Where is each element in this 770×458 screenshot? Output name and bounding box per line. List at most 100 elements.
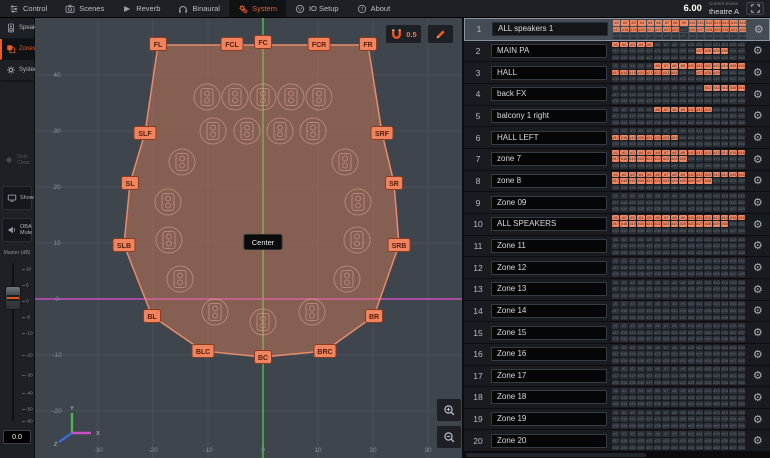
speaker-group-label-fcl[interactable]: FCL [221, 38, 243, 51]
zone-speaker-cell[interactable]: #40 [671, 120, 678, 126]
fader-handle[interactable] [5, 286, 21, 310]
zone-speaker-cell[interactable]: #39 [662, 293, 669, 299]
zone-speaker-cell[interactable]: #10 [688, 237, 695, 243]
zone-row-12[interactable]: 12Zone 12#1#2#3#4#5#6#7#8#9#10#11#12#13#… [464, 257, 770, 279]
speaker-group-label-br[interactable]: BR [366, 310, 383, 323]
sidebar-tool-oba-mute[interactable]: OBA Mute [2, 218, 32, 242]
zone-speaker-cell[interactable]: #40 [671, 55, 678, 61]
zone-row-14[interactable]: 14Zone 14#1#2#3#4#5#6#7#8#9#10#11#12#13#… [464, 301, 770, 323]
zone-speaker-cell[interactable]: #2 [620, 215, 627, 221]
zone-speaker-cell[interactable]: #31 [729, 308, 736, 314]
zone-speaker-cell[interactable]: #37 [646, 423, 653, 429]
zone-speaker-cell[interactable]: #15 [729, 345, 736, 351]
zone-speaker-cell[interactable]: #24 [671, 308, 678, 314]
zone-speaker-cell[interactable]: #22 [654, 416, 661, 422]
zone-speaker-cell[interactable]: #29 [713, 48, 720, 54]
zone-speaker-cell[interactable]: #30 [721, 178, 728, 184]
zone-speaker-cell[interactable]: #27 [696, 243, 703, 249]
zoom-in-button[interactable] [436, 398, 462, 422]
zone-speaker-cell[interactable]: #14 [721, 63, 728, 69]
zone-speaker-cell[interactable]: #22 [654, 113, 661, 119]
zone-speaker-cell[interactable]: #34 [620, 315, 627, 321]
zone-speaker-cell[interactable]: #19 [629, 135, 636, 141]
zone-speaker-cell[interactable]: #21 [646, 308, 653, 314]
zone-speaker-cell[interactable]: #11 [696, 323, 703, 329]
zone-speaker-cell[interactable]: #38 [654, 141, 661, 147]
zone-settings-gear-icon[interactable]: ⚙ [750, 262, 765, 273]
zone-settings-gear-icon[interactable]: ⚙ [750, 154, 765, 165]
zone-speaker-cell[interactable]: #7 [662, 237, 669, 243]
zone-speaker-cell[interactable]: #41 [679, 401, 686, 407]
zone-speaker-cell[interactable]: #42 [688, 98, 695, 104]
zone-row-15[interactable]: 15Zone 15#1#2#3#4#5#6#7#8#9#10#11#12#13#… [464, 322, 770, 344]
zone-speaker-cell[interactable]: #7 [662, 215, 669, 221]
zone-speaker-cell[interactable]: #21 [646, 330, 653, 336]
zone-speaker-cell[interactable]: #15 [729, 431, 736, 437]
zone-speaker-cell[interactable]: #4 [637, 237, 644, 243]
zone-speaker-cell[interactable]: #20 [637, 243, 644, 249]
zone-speaker-cell[interactable]: #28 [704, 308, 711, 314]
zone-settings-gear-icon[interactable]: ⚙ [750, 392, 765, 403]
zone-speaker-cell[interactable]: #41 [679, 185, 686, 191]
zone-speaker-cell[interactable]: #45 [714, 33, 721, 39]
zone-speaker-cell[interactable]: #18 [620, 221, 627, 227]
zone-speaker-cell[interactable]: #3 [629, 150, 636, 156]
zone-speaker-cell[interactable]: #40 [671, 358, 678, 364]
zone-speaker-cell[interactable]: #6 [654, 323, 661, 329]
horizontal-scrollbar[interactable] [464, 452, 770, 458]
zone-speaker-cell[interactable]: #20 [637, 373, 644, 379]
zone-speaker-cell[interactable]: #7 [662, 150, 669, 156]
zone-speaker-cell[interactable]: #47 [729, 141, 736, 147]
zone-speaker-cell[interactable]: #14 [721, 431, 728, 437]
zone-speaker-cell[interactable]: #14 [721, 42, 728, 48]
zone-speaker-cell[interactable]: #38 [654, 55, 661, 61]
zone-speaker-cell[interactable]: #45 [713, 163, 720, 169]
zone-speaker-cell[interactable]: #14 [721, 85, 728, 91]
zone-speaker-cell[interactable]: #29 [713, 438, 720, 444]
zone-speaker-cell[interactable]: #11 [696, 128, 703, 134]
zone-speaker-cell[interactable]: #48 [738, 98, 745, 104]
zone-name-input[interactable]: Zone 09 [491, 196, 607, 210]
zone-speaker-cell[interactable]: #28 [704, 373, 711, 379]
zone-speaker-cell[interactable]: #24 [671, 438, 678, 444]
zone-speaker-cell[interactable]: #28 [704, 265, 711, 271]
zone-speaker-cell[interactable]: #9 [679, 388, 686, 394]
zone-speaker-cell[interactable]: #43 [696, 336, 703, 342]
zone-speaker-cell[interactable]: #18 [620, 416, 627, 422]
zone-speaker-cell[interactable]: #13 [714, 20, 721, 26]
zone-speaker-cell[interactable]: #14 [721, 215, 728, 221]
zone-speaker-cell[interactable]: #6 [655, 20, 662, 26]
zone-speaker-cell[interactable]: #46 [721, 380, 728, 386]
zone-speaker-cell[interactable]: #29 [713, 178, 720, 184]
zone-speaker-cell[interactable]: #20 [637, 395, 644, 401]
zone-speaker-cell[interactable]: #29 [713, 395, 720, 401]
zone-row-1[interactable]: 1ALL speakers 1#1#2#3#4#5#6#7#8#9#10#11#… [464, 18, 770, 41]
zone-speaker-cell[interactable]: #46 [721, 120, 728, 126]
zone-speaker-cell[interactable]: #10 [688, 85, 695, 91]
zone-speaker-cell[interactable]: #25 [679, 373, 686, 379]
zone-speaker-cell[interactable]: #24 [671, 113, 678, 119]
zone-speaker-cell[interactable]: #10 [688, 388, 695, 394]
zone-speaker-cell[interactable]: #29 [713, 113, 720, 119]
zone-speaker-cell[interactable]: #38 [654, 336, 661, 342]
zone-speaker-cell[interactable]: #47 [729, 423, 736, 429]
zone-speaker-cell[interactable]: #48 [738, 271, 745, 277]
zone-speaker-cell[interactable]: #2 [620, 63, 627, 69]
zone-speaker-cell[interactable]: #36 [637, 120, 644, 126]
zone-speaker-cell[interactable]: #39 [662, 228, 669, 234]
zone-speaker-cell[interactable]: #9 [679, 85, 686, 91]
speaker-map-canvas[interactable]: FLFCLFCFCRFRSLFSRFSLSRSLBSRBBLBRBLCBCBRC… [35, 18, 462, 458]
zone-speaker-cell[interactable]: #31 [729, 395, 736, 401]
zone-speaker-cell[interactable]: #43 [696, 380, 703, 386]
zone-speaker-cell[interactable]: #39 [662, 336, 669, 342]
zone-speaker-cell[interactable]: #43 [696, 185, 703, 191]
zone-speaker-cell[interactable]: #25 [679, 135, 686, 141]
zone-speaker-cell[interactable]: #21 [646, 243, 653, 249]
zone-speaker-cell[interactable]: #13 [713, 107, 720, 113]
zone-speaker-cell[interactable]: #20 [637, 221, 644, 227]
zone-speaker-cell[interactable]: #17 [613, 27, 620, 33]
zone-speaker-cell[interactable]: #44 [704, 76, 711, 82]
zone-speaker-cell[interactable]: #5 [646, 410, 653, 416]
zone-speaker-cell[interactable]: #6 [654, 388, 661, 394]
zone-speaker-cell[interactable]: #43 [696, 163, 703, 169]
